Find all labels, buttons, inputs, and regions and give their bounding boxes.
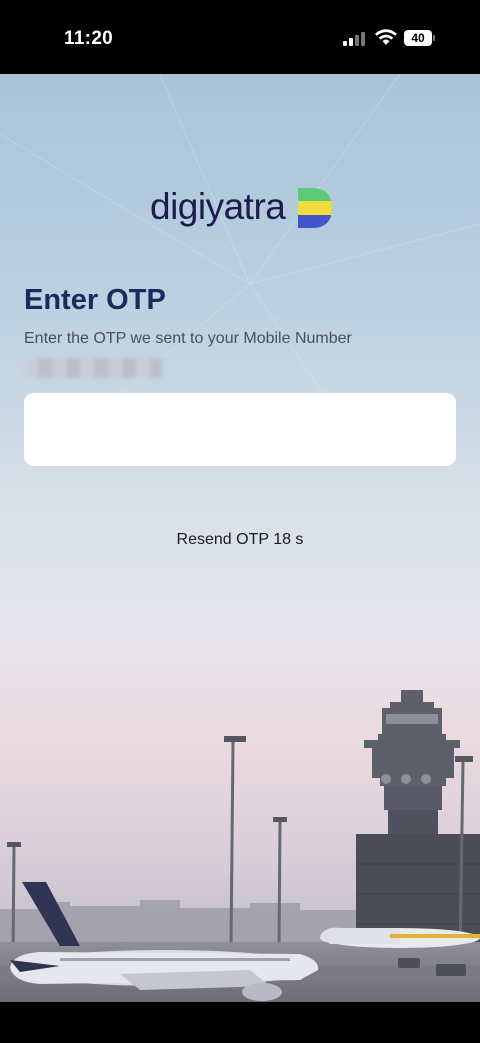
resend-otp-timer: Resend OTP 18 s	[176, 531, 304, 548]
otp-instructions: Enter the OTP we sent to your Mobile Num…	[24, 330, 352, 347]
wifi-icon	[375, 29, 397, 45]
otp-input[interactable]	[24, 393, 456, 466]
digiyatra-logo: digiyatra	[150, 184, 332, 230]
battery-tip	[433, 35, 435, 41]
otp-screen: digiyatra Enter OTP Enter the OTP we sen…	[0, 74, 480, 1002]
bottom-bar	[0, 1002, 480, 1043]
logo-text: digiyatra	[150, 186, 286, 227]
battery-level: 40	[411, 31, 425, 45]
logo-mark-icon	[298, 188, 332, 228]
battery-icon: 40	[404, 30, 432, 46]
status-time: 11:20	[64, 28, 114, 49]
masked-mobile-number	[24, 358, 162, 378]
cellular-signal-icon	[343, 32, 367, 46]
status-bar: 11:20 40	[0, 0, 480, 74]
page-title: Enter OTP	[24, 284, 166, 316]
